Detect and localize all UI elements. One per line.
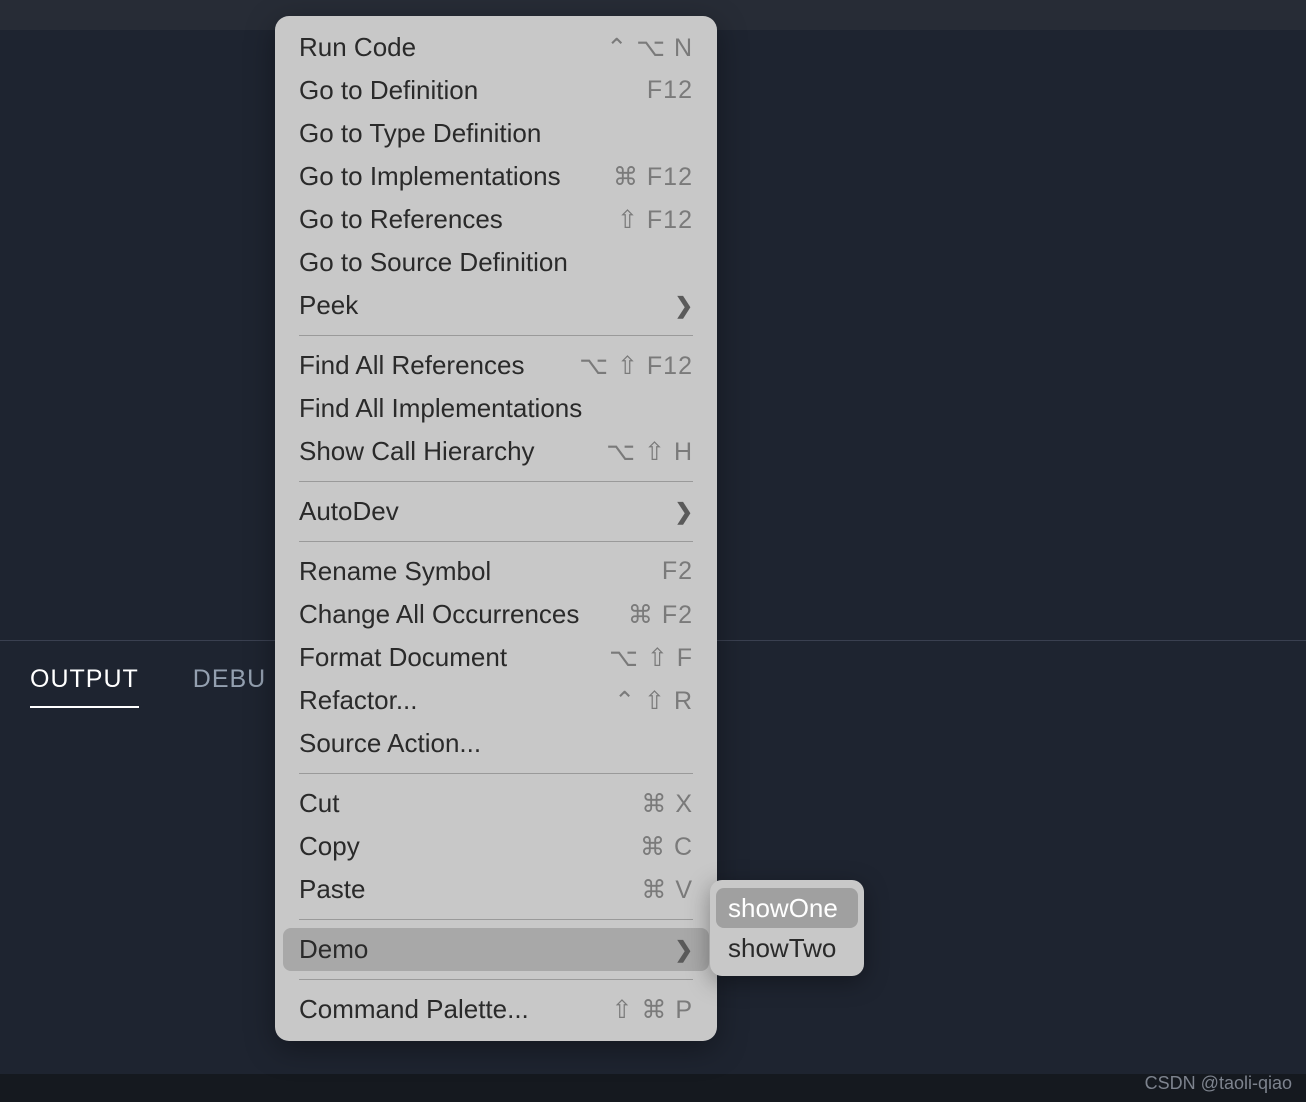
menu-item-label: Go to Type Definition	[299, 118, 693, 149]
menu-item-find-all-references[interactable]: Find All References ⌥ ⇧ F12	[275, 344, 717, 387]
menu-item-find-all-implementations[interactable]: Find All Implementations	[275, 387, 717, 430]
menu-item-shortcut: ⌘ F12	[613, 162, 693, 192]
menu-item-shortcut: ⇧ F12	[617, 205, 693, 235]
menu-divider	[299, 773, 693, 774]
menu-item-label: AutoDev	[299, 496, 675, 527]
menu-item-label: Rename Symbol	[299, 556, 662, 587]
menu-group: AutoDev ❯	[275, 488, 717, 535]
menu-divider	[299, 541, 693, 542]
chevron-right-icon: ❯	[675, 937, 693, 963]
menu-item-label: Paste	[299, 874, 641, 905]
submenu-demo: showOne showTwo	[710, 880, 864, 976]
menu-group: Find All References ⌥ ⇧ F12 Find All Imp…	[275, 342, 717, 475]
menu-divider	[299, 481, 693, 482]
menu-item-shortcut: F2	[662, 557, 693, 586]
menu-item-shortcut: ⌥ ⇧ F12	[579, 351, 693, 381]
menu-item-peek[interactable]: Peek ❯	[275, 284, 717, 327]
menu-item-shortcut: ⌥ ⇧ F	[609, 643, 693, 673]
menu-item-label: Run Code	[299, 32, 606, 63]
menu-item-shortcut: ⌘ V	[641, 875, 693, 905]
submenu-item-label: showOne	[728, 893, 846, 924]
menu-item-label: Source Action...	[299, 728, 693, 759]
menu-item-label: Change All Occurrences	[299, 599, 628, 630]
menu-item-change-all-occurrences[interactable]: Change All Occurrences ⌘ F2	[275, 593, 717, 636]
chevron-right-icon: ❯	[675, 293, 693, 319]
menu-item-autodev[interactable]: AutoDev ❯	[275, 490, 717, 533]
menu-divider	[299, 335, 693, 336]
submenu-item-showone[interactable]: showOne	[716, 888, 858, 928]
menu-item-shortcut: ⌥ ⇧ H	[606, 437, 693, 467]
chevron-right-icon: ❯	[675, 499, 693, 525]
watermark: CSDN @taoli-qiao	[1145, 1073, 1292, 1094]
menu-item-shortcut: ⌘ X	[641, 789, 693, 819]
menu-group: Cut ⌘ X Copy ⌘ C Paste ⌘ V	[275, 780, 717, 913]
menu-item-source-action[interactable]: Source Action...	[275, 722, 717, 765]
menu-item-label: Go to Source Definition	[299, 247, 693, 278]
tab-output[interactable]: OUTPUT	[30, 665, 139, 708]
menu-item-label: Copy	[299, 831, 640, 862]
menu-item-label: Peek	[299, 290, 675, 321]
menu-item-label: Go to Definition	[299, 75, 647, 106]
menu-item-command-palette[interactable]: Command Palette... ⇧ ⌘ P	[275, 988, 717, 1031]
tab-debug-console[interactable]: DEBU	[193, 665, 266, 708]
menu-group: Command Palette... ⇧ ⌘ P	[275, 986, 717, 1033]
menu-group: Run Code ⌃ ⌥ N Go to Definition F12 Go t…	[275, 24, 717, 329]
menu-item-go-to-source-definition[interactable]: Go to Source Definition	[275, 241, 717, 284]
menu-item-label: Find All References	[299, 350, 579, 381]
menu-item-label: Refactor...	[299, 685, 614, 716]
menu-divider	[299, 979, 693, 980]
status-bar	[0, 1074, 1306, 1102]
menu-item-rename-symbol[interactable]: Rename Symbol F2	[275, 550, 717, 593]
menu-item-show-call-hierarchy[interactable]: Show Call Hierarchy ⌥ ⇧ H	[275, 430, 717, 473]
menu-item-refactor[interactable]: Refactor... ⌃ ⇧ R	[275, 679, 717, 722]
submenu-item-showtwo[interactable]: showTwo	[710, 928, 864, 968]
menu-group: Demo ❯	[275, 926, 717, 973]
menu-item-go-to-references[interactable]: Go to References ⇧ F12	[275, 198, 717, 241]
menu-item-run-code[interactable]: Run Code ⌃ ⌥ N	[275, 26, 717, 69]
menu-item-demo[interactable]: Demo ❯	[283, 928, 709, 971]
menu-item-shortcut: ⇧ ⌘ P	[611, 995, 693, 1025]
menu-item-shortcut: ⌘ F2	[628, 600, 693, 630]
menu-item-label: Demo	[299, 934, 675, 965]
menu-item-paste[interactable]: Paste ⌘ V	[275, 868, 717, 911]
menu-item-label: Go to Implementations	[299, 161, 613, 192]
menu-item-label: Cut	[299, 788, 641, 819]
menu-item-label: Command Palette...	[299, 994, 611, 1025]
menu-item-go-to-definition[interactable]: Go to Definition F12	[275, 69, 717, 112]
context-menu: Run Code ⌃ ⌥ N Go to Definition F12 Go t…	[275, 16, 717, 1041]
menu-item-cut[interactable]: Cut ⌘ X	[275, 782, 717, 825]
menu-item-shortcut: ⌃ ⌥ N	[606, 33, 693, 63]
menu-item-shortcut: ⌘ C	[640, 832, 693, 862]
submenu-item-label: showTwo	[728, 933, 846, 964]
menu-item-shortcut: ⌃ ⇧ R	[614, 686, 693, 716]
menu-group: Rename Symbol F2 Change All Occurrences …	[275, 548, 717, 767]
menu-item-label: Format Document	[299, 642, 609, 673]
menu-item-label: Go to References	[299, 204, 617, 235]
menu-item-label: Find All Implementations	[299, 393, 693, 424]
menu-item-format-document[interactable]: Format Document ⌥ ⇧ F	[275, 636, 717, 679]
menu-item-shortcut: F12	[647, 76, 693, 105]
menu-item-copy[interactable]: Copy ⌘ C	[275, 825, 717, 868]
menu-item-label: Show Call Hierarchy	[299, 436, 606, 467]
menu-item-go-to-type-definition[interactable]: Go to Type Definition	[275, 112, 717, 155]
menu-item-go-to-implementations[interactable]: Go to Implementations ⌘ F12	[275, 155, 717, 198]
menu-divider	[299, 919, 693, 920]
